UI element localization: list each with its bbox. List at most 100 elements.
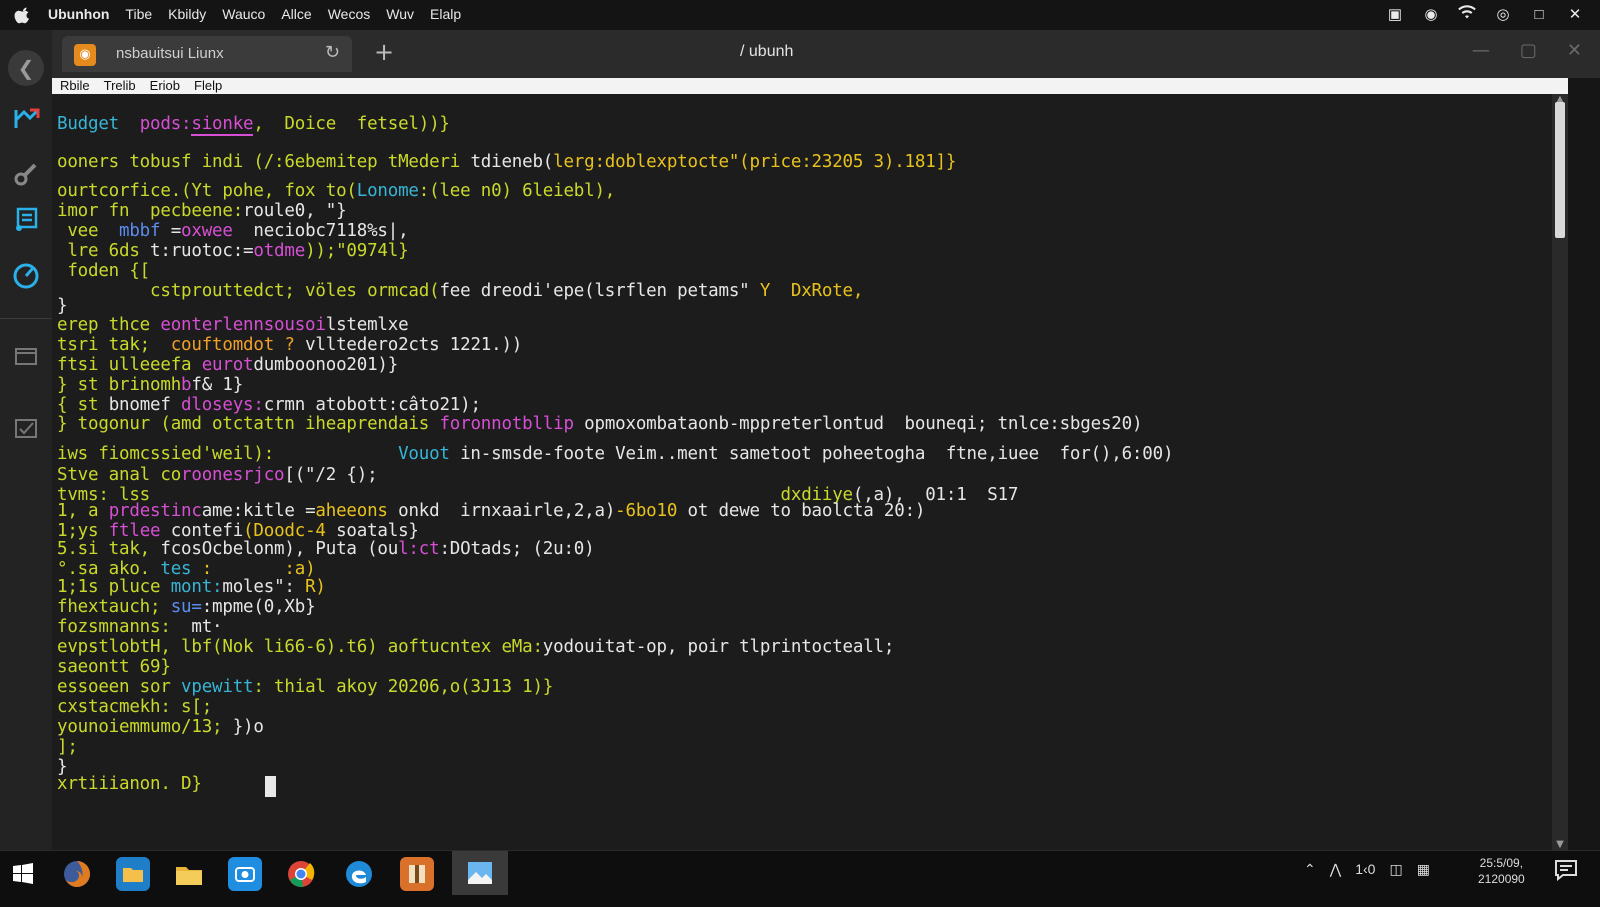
camera-icon[interactable] <box>228 857 262 891</box>
terminal-token: essoeen sor <box>57 677 182 697</box>
terminal-token: dumboonoo201)} <box>253 355 399 375</box>
terminal-token: Lonome <box>356 181 419 201</box>
terminal-line: 5.si tak, fcosOcbelonm), Puta (oul:ct:DO… <box>57 539 595 559</box>
terminal-token: roule0 <box>243 201 306 221</box>
terminal-scrollbar[interactable]: ▲ ▼ <box>1552 94 1568 850</box>
record-icon[interactable]: ◉ <box>1420 4 1442 26</box>
terminal-token: cxstacmekh: s[; <box>57 697 213 717</box>
tab-terminal[interactable]: ◉ nsbauitsui Liunx ↻ <box>62 36 352 72</box>
terminal-line: ooners tobusf indi (/:6ebemitep tMederi … <box>57 152 956 172</box>
reload-icon[interactable]: ↻ <box>325 42 340 63</box>
keyboard-icon[interactable]: ▦ <box>1417 861 1430 878</box>
network-icon[interactable]: ⋀ <box>1330 861 1341 878</box>
terminal-token: f& 1} <box>191 375 244 395</box>
terminal-token: ), Puta (ou <box>284 539 399 559</box>
menu-item-wauco[interactable]: Wauco <box>222 6 265 22</box>
terminal-token: opmoxombataonb-mppreterlontud bouneqi; t… <box>573 414 1143 434</box>
terminal-line: cstprouttedct; völes ormcad(fee dreodi'e… <box>57 281 863 301</box>
notifications-icon[interactable] <box>1552 859 1580 885</box>
window-controls: — ▢ ✕ <box>1472 40 1582 61</box>
menu-item-wecos[interactable]: Wecos <box>328 6 371 22</box>
terminal-token: crmn atobott:câto21); <box>263 395 481 415</box>
volume-icon[interactable]: ◫ <box>1389 861 1402 878</box>
terminal-token: { st <box>57 395 109 415</box>
menu-item-kbildy[interactable]: Kbildy <box>168 6 206 22</box>
chrome-icon[interactable] <box>284 857 318 891</box>
terminal-line: essoeen sor vpewitt: thial akoy 20206,o(… <box>57 677 553 697</box>
wifi-icon[interactable] <box>1456 4 1478 26</box>
terminal-token: soatals} <box>325 521 419 541</box>
maximize-window-icon[interactable]: ▢ <box>1520 40 1537 61</box>
terminal-token: ame:kitle = <box>201 501 316 521</box>
close-window-icon[interactable]: ✕ <box>1567 40 1582 61</box>
circle-icon[interactable]: ◎ <box>1492 4 1514 26</box>
terminal-line: Stve anal coroonesrjco[("/2 {); <box>57 465 378 485</box>
terminal-token: xrtiiianon. D} <box>57 774 202 794</box>
notes-icon[interactable] <box>8 202 44 238</box>
menu-item-tibe[interactable]: Tibe <box>125 6 152 22</box>
terminal-token: vlltedero2cts 1221.)) <box>294 335 523 355</box>
terminal-token: tes <box>160 559 192 579</box>
terminal-token: prdestinc <box>108 501 202 521</box>
checklist-icon[interactable] <box>8 410 44 446</box>
terminal-token: } st brinomh <box>57 375 182 395</box>
terminal-line: 1;ys ftlee contefi(Doodc-4 soatals} <box>57 521 419 541</box>
terminal-token: younoiemmumo/13; <box>57 717 233 737</box>
terminal-token: Stve anal co <box>57 465 182 485</box>
scroll-down-icon[interactable]: ▼ <box>1554 839 1566 850</box>
terminal-line: imor fn pecbeene:roule0, "} <box>57 201 347 221</box>
terminal-line: evpstlobtH, lbf(Nok li66-6).t6) aoftucnt… <box>57 637 894 657</box>
new-tab-button[interactable]: + <box>370 38 398 66</box>
menu-flelp[interactable]: Flelp <box>194 78 222 94</box>
menu-eriob[interactable]: Eriob <box>150 78 180 94</box>
terminal-token: 1;ys <box>57 521 109 541</box>
menu-rbile[interactable]: Rbile <box>60 78 90 94</box>
terminal-token: dloseys: <box>170 395 264 415</box>
terminal-app-icon: ◉ <box>74 44 96 66</box>
terminal-token: tsri tak; <box>57 335 171 355</box>
terminal-token: in-smsde-foote Veim..ment sametoot pohee… <box>449 444 1174 464</box>
tools-icon[interactable] <box>8 156 44 192</box>
window-icon[interactable] <box>8 338 44 374</box>
photos-icon[interactable] <box>452 851 508 895</box>
terminal-line: { st bnomef dloseys:crmn atobott:câto21)… <box>57 395 481 415</box>
terminal-token: eurot <box>201 355 254 375</box>
terminal-token: mt· <box>191 617 223 637</box>
windows-start-icon[interactable] <box>6 857 40 891</box>
browser-icon[interactable] <box>342 857 376 891</box>
menu-trelib[interactable]: Trelib <box>104 78 136 94</box>
close-icon[interactable]: ✕ <box>1564 4 1586 26</box>
terminal-token: lstemlxe <box>325 315 409 335</box>
terminal-line: } st brinomhbf& 1} <box>57 375 243 395</box>
terminal-token: erep thce <box>57 315 161 335</box>
archive-icon[interactable] <box>400 857 434 891</box>
terminal-token: moles": <box>222 577 306 597</box>
menu-item-wuv[interactable]: Wuv <box>386 6 414 22</box>
compass-icon[interactable] <box>8 258 44 294</box>
minimize-icon[interactable]: — <box>1472 40 1490 61</box>
chart-icon[interactable] <box>8 100 44 136</box>
terminal-line: fhextauch; su=:mpme(0,Xb} <box>57 597 316 617</box>
terminal-token: imor fn pecbeene: <box>57 201 244 221</box>
menu-item-allce[interactable]: Allce <box>281 6 311 22</box>
firefox-icon[interactable] <box>60 857 94 891</box>
menu-item-elalp[interactable]: Elalp <box>430 6 461 22</box>
terminal-token: neciobc7118%s|, <box>232 221 409 241</box>
terminal-token: cstprouttedct; völes ormcad( <box>57 281 440 301</box>
files-icon[interactable] <box>116 857 150 891</box>
menu-item-ubunhon[interactable]: Ubunhon <box>48 6 109 22</box>
chevron-up-icon[interactable]: ⌃ <box>1304 861 1316 878</box>
tray-text[interactable]: 1‹0 <box>1355 861 1375 878</box>
terminal-token: })o <box>232 717 264 737</box>
taskbar-clock[interactable]: 25:5/09, 2120090 <box>1478 855 1525 887</box>
display-icon[interactable]: ▣ <box>1384 4 1406 26</box>
terminal-token: eonterlennsousoi <box>160 315 326 335</box>
scrollbar-thumb[interactable] <box>1555 102 1565 238</box>
terminal-token: R) <box>305 577 326 597</box>
folder-icon[interactable] <box>172 857 206 891</box>
apple-logo-icon[interactable] <box>12 4 34 26</box>
menubar-tray: ▣ ◉ ◎ □ ✕ <box>1384 4 1586 26</box>
terminal-output[interactable]: Budget pods:sionke, Doice fetsel))} ooner… <box>52 94 1552 850</box>
maximize-icon[interactable]: □ <box>1528 4 1550 26</box>
back-arrow-icon[interactable]: ❮ <box>8 50 44 86</box>
